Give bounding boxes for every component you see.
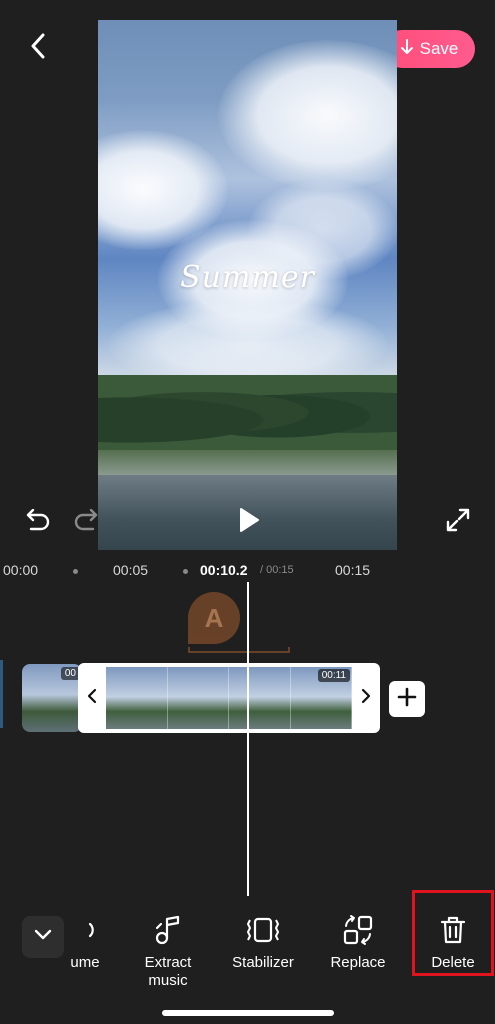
text-track-clip[interactable]: A — [188, 592, 290, 658]
clip-thumbnails — [106, 667, 352, 729]
playhead[interactable] — [247, 582, 249, 896]
chevron-right-icon — [361, 688, 371, 709]
thumbnail-frame — [167, 667, 229, 729]
redo-button[interactable] — [72, 508, 100, 536]
undo-icon — [25, 508, 51, 536]
tool-label: Replace — [330, 954, 386, 971]
arrow-down-icon — [400, 38, 414, 60]
fullscreen-button[interactable] — [443, 507, 473, 537]
clip-edge — [0, 660, 3, 728]
edit-toolbar: ume Extract music Stabilizer Replace Del… — [0, 890, 495, 1024]
plus-icon — [397, 687, 417, 712]
fountain-scenery — [98, 450, 397, 475]
tick-label: 00:00 — [3, 562, 39, 578]
trim-handle-right[interactable] — [352, 663, 380, 733]
text-track-badge: A — [188, 592, 240, 644]
tick-dot — [73, 569, 78, 574]
undo-button[interactable] — [24, 508, 52, 536]
stabilizer-icon — [245, 912, 281, 948]
tool-extract-music[interactable]: Extract music — [123, 912, 213, 990]
delete-highlight — [412, 890, 494, 976]
replace-icon — [340, 912, 376, 948]
tool-replace[interactable]: Replace — [313, 912, 403, 972]
text-track-bar — [188, 647, 290, 653]
video-clip[interactable]: 00 — [22, 664, 82, 732]
back-button[interactable] — [22, 32, 54, 64]
save-label: Save — [419, 39, 459, 58]
trim-handle-left[interactable] — [78, 663, 106, 733]
text-overlay[interactable]: Summer — [98, 260, 397, 295]
clip-duration: 00:11 — [317, 669, 350, 682]
redo-icon — [73, 508, 99, 536]
fullscreen-icon — [446, 508, 470, 537]
video-preview[interactable]: Summer — [98, 20, 397, 550]
play-button[interactable] — [232, 505, 266, 539]
trees-scenery — [98, 375, 397, 450]
tool-label: Extract music — [144, 954, 192, 989]
collapse-button[interactable] — [22, 916, 64, 958]
tick-label: 00:15 — [335, 562, 371, 578]
tool-label: ume — [70, 954, 100, 971]
tool-label: Stabilizer — [232, 954, 294, 971]
current-time: 00:10.2 — [200, 562, 248, 578]
total-time: / 00:15 — [260, 564, 294, 576]
music-note-icon — [150, 912, 186, 948]
tool-stabilizer[interactable]: Stabilizer — [218, 912, 308, 972]
selected-video-clip[interactable]: 00:11 — [78, 663, 380, 733]
timeline-ruler: 00:00 00:05 00:10.2 / 00:15 00:15 — [0, 562, 495, 582]
chevron-down-icon — [34, 928, 52, 946]
thumbnail-frame — [106, 667, 168, 729]
chevron-left-icon — [30, 33, 46, 64]
volume-icon — [67, 912, 103, 948]
play-icon — [238, 507, 260, 538]
home-indicator — [162, 1010, 334, 1016]
chevron-left-icon — [87, 688, 97, 709]
add-clip-button[interactable] — [389, 681, 425, 717]
tick-dot — [183, 569, 188, 574]
thumbnail-frame — [229, 667, 291, 729]
tick-label: 00:05 — [113, 562, 149, 578]
